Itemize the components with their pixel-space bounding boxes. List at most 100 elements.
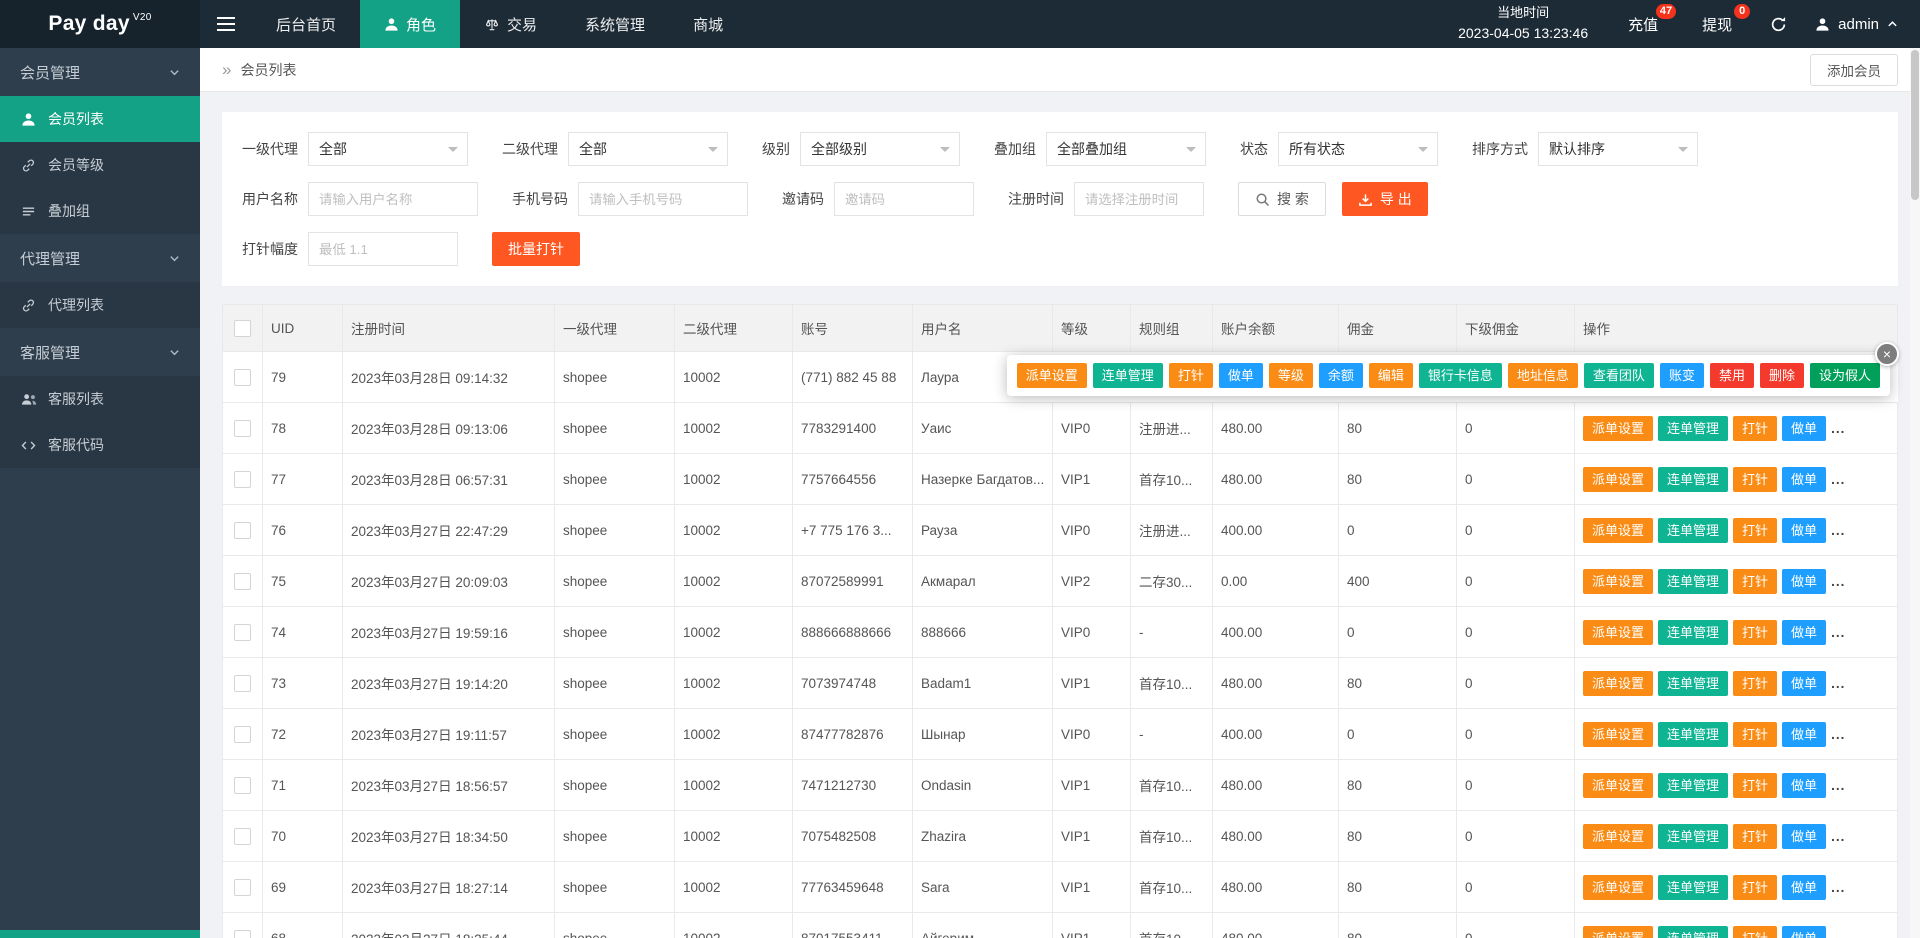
action-make-order-button[interactable]: 做单: [1782, 874, 1827, 900]
admin-menu[interactable]: admin: [1803, 0, 1920, 48]
action-make-order-button[interactable]: 做单: [1782, 568, 1827, 594]
more-actions-button[interactable]: ...: [1831, 676, 1845, 691]
nav-item-roles[interactable]: 角色: [360, 0, 461, 48]
sidebar-group-agent-management[interactable]: 代理管理: [0, 234, 200, 282]
filter-select-agent2[interactable]: 全部: [568, 132, 728, 166]
filter-input-phone[interactable]: [578, 182, 748, 216]
more-actions-button[interactable]: ...: [1831, 625, 1845, 640]
inject-range-input[interactable]: [308, 232, 458, 266]
action-dispatch-settings-button[interactable]: 派单设置: [1583, 415, 1654, 441]
action-inject-button[interactable]: 打针: [1733, 568, 1778, 594]
row-checkbox[interactable]: [234, 929, 251, 938]
action-chain-orders-button[interactable]: 连单管理: [1658, 415, 1729, 441]
action-inject-button[interactable]: 打针: [1733, 823, 1778, 849]
popup-action-level-button[interactable]: 等级: [1268, 363, 1313, 388]
popup-action-dispatch-settings-button[interactable]: 派单设置: [1016, 363, 1087, 388]
action-make-order-button[interactable]: 做单: [1782, 721, 1827, 747]
popup-action-balance-button[interactable]: 余额: [1318, 363, 1363, 388]
action-chain-orders-button[interactable]: 连单管理: [1658, 772, 1729, 798]
filter-select-agent1[interactable]: 全部: [308, 132, 468, 166]
nav-item-mall[interactable]: 商城: [669, 0, 747, 48]
action-inject-button[interactable]: 打针: [1733, 670, 1778, 696]
action-chain-orders-button[interactable]: 连单管理: [1658, 619, 1729, 645]
popup-action-address-info-button[interactable]: 地址信息: [1507, 363, 1578, 388]
action-inject-button[interactable]: 打针: [1733, 925, 1778, 938]
sidebar-item-stack-group[interactable]: 叠加组: [0, 188, 200, 234]
nav-item-trade[interactable]: 交易: [460, 0, 561, 48]
add-member-button[interactable]: 添加会员: [1810, 53, 1898, 86]
row-checkbox[interactable]: [234, 878, 251, 896]
action-make-order-button[interactable]: 做单: [1782, 466, 1827, 492]
more-actions-button[interactable]: ...: [1831, 472, 1845, 487]
action-make-order-button[interactable]: 做单: [1782, 517, 1827, 543]
action-dispatch-settings-button[interactable]: 派单设置: [1583, 721, 1654, 747]
filter-select-sort[interactable]: 默认排序: [1538, 132, 1698, 166]
action-dispatch-settings-button[interactable]: 派单设置: [1583, 874, 1654, 900]
more-actions-button[interactable]: ...: [1831, 829, 1845, 844]
popup-action-make-order-button[interactable]: 做单: [1218, 363, 1263, 388]
row-checkbox[interactable]: [234, 368, 251, 386]
action-inject-button[interactable]: 打针: [1733, 415, 1778, 441]
action-chain-orders-button[interactable]: 连单管理: [1658, 466, 1729, 492]
filter-select-level[interactable]: 全部级别: [800, 132, 960, 166]
action-chain-orders-button[interactable]: 连单管理: [1658, 874, 1729, 900]
filter-select-stack-group[interactable]: 全部叠加组: [1046, 132, 1206, 166]
popup-action-account-changes-button[interactable]: 账变: [1659, 363, 1704, 388]
row-checkbox[interactable]: [234, 776, 251, 794]
action-dispatch-settings-button[interactable]: 派单设置: [1583, 670, 1654, 696]
popup-action-view-team-button[interactable]: 查看团队: [1583, 363, 1654, 388]
action-dispatch-settings-button[interactable]: 派单设置: [1583, 466, 1654, 492]
popup-action-disable-button[interactable]: 禁用: [1709, 363, 1754, 388]
sidebar-item-agent-list[interactable]: 代理列表: [0, 282, 200, 328]
popup-action-edit-button[interactable]: 编辑: [1368, 363, 1413, 388]
action-chain-orders-button[interactable]: 连单管理: [1658, 670, 1729, 696]
action-chain-orders-button[interactable]: 连单管理: [1658, 568, 1729, 594]
action-make-order-button[interactable]: 做单: [1782, 823, 1827, 849]
action-inject-button[interactable]: 打针: [1733, 721, 1778, 747]
action-inject-button[interactable]: 打针: [1733, 466, 1778, 492]
nav-item-system[interactable]: 系统管理: [561, 0, 669, 48]
nav-item-home[interactable]: 后台首页: [252, 0, 360, 48]
more-actions-button[interactable]: ...: [1831, 574, 1845, 589]
more-actions-button[interactable]: ...: [1831, 931, 1845, 938]
action-inject-button[interactable]: 打针: [1733, 874, 1778, 900]
action-chain-orders-button[interactable]: 连单管理: [1658, 721, 1729, 747]
row-checkbox[interactable]: [234, 419, 251, 437]
row-checkbox[interactable]: [234, 470, 251, 488]
popup-action-inject-button[interactable]: 打针: [1168, 363, 1213, 388]
menu-toggle-icon[interactable]: [200, 0, 252, 48]
popup-action-chain-orders-button[interactable]: 连单管理: [1092, 363, 1163, 388]
row-checkbox[interactable]: [234, 827, 251, 845]
search-button[interactable]: 搜 索: [1238, 182, 1326, 216]
popup-action-delete-button[interactable]: 删除: [1759, 363, 1804, 388]
action-inject-button[interactable]: 打针: [1733, 517, 1778, 543]
select-all-checkbox[interactable]: [234, 319, 251, 337]
sidebar-item-support-list[interactable]: 客服列表: [0, 376, 200, 422]
sidebar-item-member-list[interactable]: 会员列表: [0, 96, 200, 142]
action-dispatch-settings-button[interactable]: 派单设置: [1583, 568, 1654, 594]
action-dispatch-settings-button[interactable]: 派单设置: [1583, 619, 1654, 645]
more-actions-button[interactable]: ...: [1831, 421, 1845, 436]
action-chain-orders-button[interactable]: 连单管理: [1658, 925, 1729, 938]
sidebar-group-member-management[interactable]: 会员管理: [0, 48, 200, 96]
export-button[interactable]: 导 出: [1341, 182, 1428, 216]
sidebar-group-support-management[interactable]: 客服管理: [0, 328, 200, 376]
filter-input-reg-time[interactable]: [1074, 182, 1204, 216]
sidebar-item-member-level[interactable]: 会员等级: [0, 142, 200, 188]
action-dispatch-settings-button[interactable]: 派单设置: [1583, 925, 1654, 938]
row-checkbox[interactable]: [234, 674, 251, 692]
action-make-order-button[interactable]: 做单: [1782, 670, 1827, 696]
more-actions-button[interactable]: ...: [1831, 880, 1845, 895]
withdraw-button[interactable]: 提现 0: [1680, 0, 1754, 48]
action-inject-button[interactable]: 打针: [1733, 772, 1778, 798]
row-checkbox[interactable]: [234, 725, 251, 743]
action-dispatch-settings-button[interactable]: 派单设置: [1583, 823, 1654, 849]
sidebar-item-support-code[interactable]: 客服代码: [0, 422, 200, 468]
filter-select-status[interactable]: 所有状态: [1278, 132, 1438, 166]
action-dispatch-settings-button[interactable]: 派单设置: [1583, 517, 1654, 543]
scrollbar-thumb[interactable]: [1911, 50, 1919, 200]
action-dispatch-settings-button[interactable]: 派单设置: [1583, 772, 1654, 798]
popup-close-button[interactable]: ×: [1875, 342, 1899, 366]
more-actions-button[interactable]: ...: [1831, 523, 1845, 538]
recharge-button[interactable]: 充值 47: [1606, 0, 1680, 48]
